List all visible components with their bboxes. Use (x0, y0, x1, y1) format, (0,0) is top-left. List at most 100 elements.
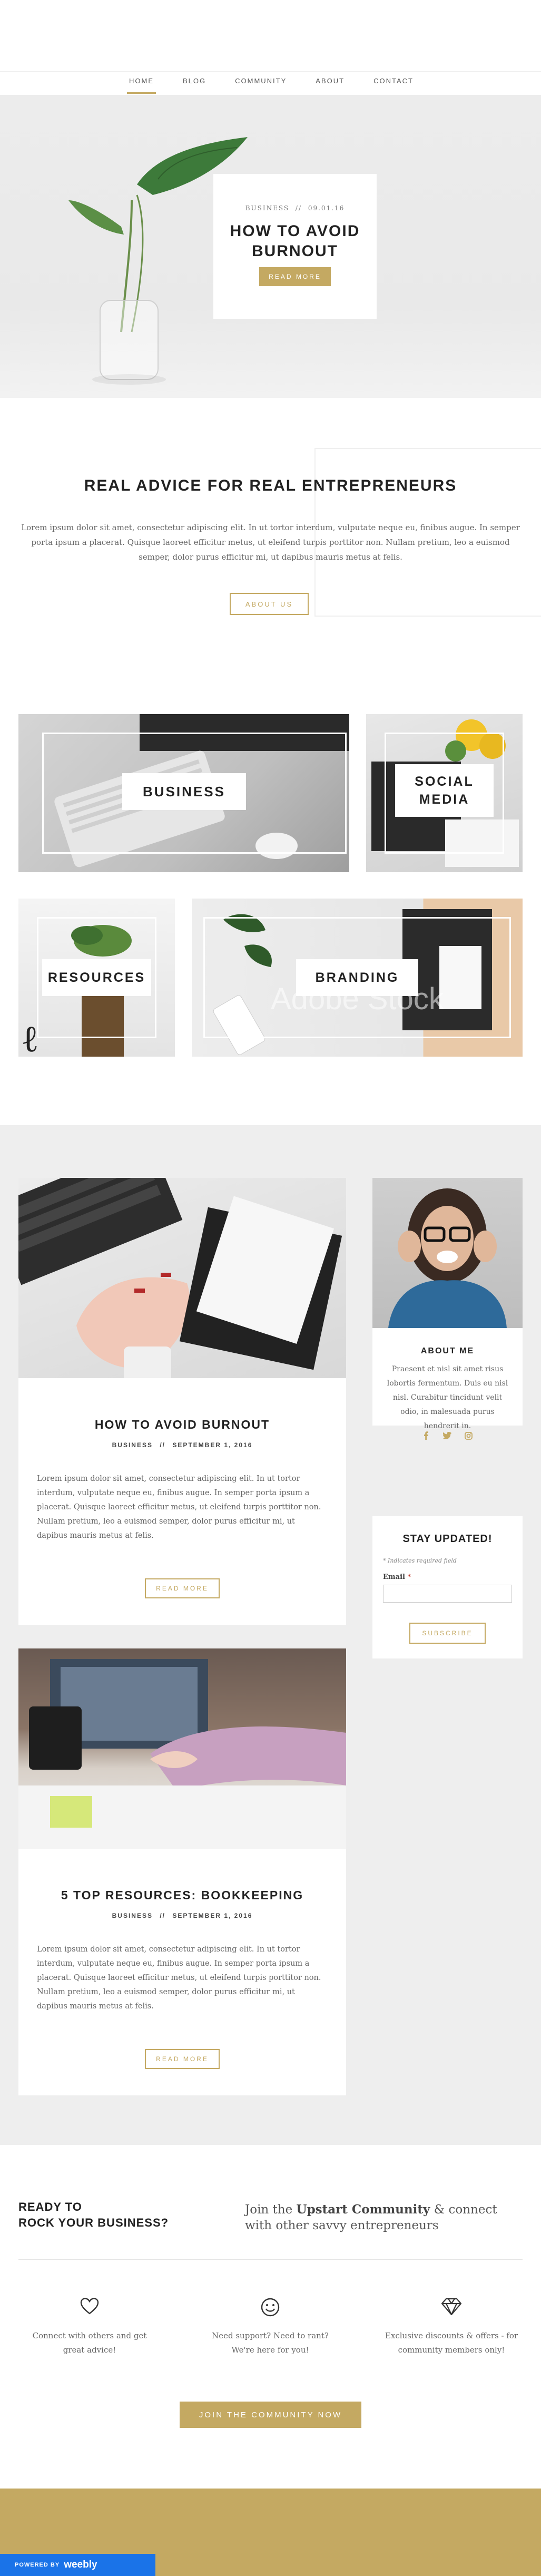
heart-icon (80, 2298, 99, 2315)
post-title[interactable]: HOW TO AVOID BURNOUT (18, 1418, 346, 1432)
feature-text: Exclusive discounts & offers - for commu… (375, 2329, 528, 2357)
post-meta: BUSINESS // SEPTEMBER 1, 2016 (18, 1441, 346, 1449)
join-prefix: Join the (245, 2203, 297, 2217)
resources-label: RESOURCES (47, 970, 146, 985)
hero-meta-sep: // (295, 204, 302, 212)
svg-text:ℓ: ℓ (21, 1017, 39, 1057)
about-me-text: Praesent et nisl sit amet risus lobortis… (387, 1365, 508, 1430)
feature-text: Connect with others and get great advice… (18, 2329, 161, 2357)
smile-icon (261, 2298, 280, 2317)
post-read-more-button[interactable]: READ MORE (145, 1578, 220, 1598)
branding-label-box: BRANDING (296, 959, 418, 996)
post-meta-category[interactable]: BUSINESS (112, 1441, 153, 1449)
newsletter-title: STAY UPDATED! (402, 1533, 493, 1545)
hero-read-more-button[interactable]: READ MORE (259, 267, 331, 286)
nav-item-about[interactable]: ABOUT (316, 77, 345, 95)
category-tile-branding[interactable]: Adobe Stock BRANDING (192, 899, 523, 1057)
community-divider (18, 2259, 523, 2260)
ready-line1: READY TO (18, 2200, 82, 2213)
resources-label-box: RESOURCES (42, 959, 151, 996)
intro-section: REAL ADVICE FOR REAL ENTREPRENEURS Lorem… (0, 398, 541, 672)
join-line1: Join the Upstart Community & connect (245, 2202, 497, 2218)
post-title[interactable]: 5 TOP RESOURCES: BOOKKEEPING (18, 1888, 346, 1902)
post-meta-sep: // (160, 1441, 165, 1449)
hero-meta-category: BUSINESS (245, 204, 290, 212)
portrait-illustration (388, 1188, 507, 1328)
blog-post-card: HOW TO AVOID BURNOUT BUSINESS // SEPTEMB… (18, 1178, 346, 1625)
post-meta-category[interactable]: BUSINESS (112, 1912, 153, 1919)
post-excerpt: Lorem ipsum dolor sit amet, consectetur … (37, 1945, 321, 2011)
feature-line1: Exclusive discounts & offers - for (385, 2331, 518, 2340)
diamond-icon (441, 2298, 462, 2316)
nav-item-blog[interactable]: BLOG (183, 77, 206, 95)
twitter-icon[interactable] (443, 1432, 451, 1439)
ready-line2: ROCK YOUR BUSINESS? (18, 2216, 169, 2229)
community-feature: Need support? Need to rant? We're here f… (199, 2298, 341, 2361)
categories-section: BUSINESS SOCIAL MEDIA ℓ RESOURCES Adobe … (0, 672, 541, 1125)
post-excerpt: Lorem ipsum dolor sit amet, consectetur … (37, 1475, 321, 1540)
join-line2: with other savvy entrepreneurs (245, 2219, 439, 2232)
feature-line1: Connect with others and get (32, 2331, 147, 2340)
hero-section: BUSINESS // 09.01.16 HOW TO AVOID BURNOU… (0, 95, 541, 398)
join-community-button[interactable]: JOIN THE COMMUNITY NOW (180, 2402, 361, 2428)
business-label-box: BUSINESS (122, 773, 246, 810)
join-suffix: & connect (430, 2203, 497, 2217)
feature-line2: We're here for you! (231, 2345, 309, 2355)
post-read-more-button[interactable]: READ MORE (145, 2049, 220, 2069)
nav-item-contact[interactable]: CONTACT (373, 77, 414, 95)
post-meta-date: SEPTEMBER 1, 2016 (172, 1441, 253, 1449)
business-label: BUSINESS (143, 783, 225, 799)
hero-card: BUSINESS // 09.01.16 HOW TO AVOID BURNOU… (213, 174, 377, 319)
feature-line2: great advice! (63, 2345, 116, 2355)
community-feature: Exclusive discounts & offers - for commu… (375, 2298, 528, 2361)
post-image-bookkeeping[interactable] (18, 1648, 346, 1849)
community-feature: Connect with others and get great advice… (18, 2298, 161, 2361)
newsletter-widget: STAY UPDATED! * Indicates required field… (372, 1516, 523, 1658)
nav-active-underline (127, 92, 156, 94)
category-tile-social-media[interactable]: SOCIAL MEDIA (366, 714, 523, 872)
site-header: HOME BLOG COMMUNITY ABOUT CONTACT (0, 0, 541, 95)
community-section: READY TO ROCK YOUR BUSINESS? Join the Up… (0, 2145, 541, 2489)
powered-by-label: POWERED BY (15, 2562, 60, 2568)
post-image-burnout[interactable] (18, 1178, 346, 1378)
about-us-button[interactable]: ABOUT US (230, 593, 309, 615)
blog-post-card: 5 TOP RESOURCES: BOOKKEEPING BUSINESS //… (18, 1648, 346, 2095)
nav-item-home[interactable]: HOME (127, 77, 156, 95)
about-me-photo (372, 1178, 523, 1328)
email-required-mark: * (407, 1573, 411, 1581)
hero-title-line2: BURNOUT (252, 242, 338, 260)
social-media-label-box: SOCIAL MEDIA (395, 764, 494, 817)
post-meta-sep: // (160, 1912, 165, 1919)
social-media-label-line2: MEDIA (419, 792, 470, 807)
join-text: Join the Upstart Community & connect wit… (245, 2202, 497, 2233)
about-me-widget: ABOUT ME Praesent et nisl sit amet risus… (372, 1178, 523, 1440)
powered-by-weebly-badge[interactable]: POWERED BY weebly (0, 2554, 155, 2576)
social-media-label-line1: SOCIAL (415, 774, 474, 789)
intro-title: REAL ADVICE FOR REAL ENTREPRENEURS (84, 477, 457, 494)
blog-section: HOW TO AVOID BURNOUT BUSINESS // SEPTEMB… (0, 1125, 541, 2145)
email-field[interactable] (383, 1585, 512, 1603)
feature-text: Need support? Need to rant? We're here f… (199, 2329, 341, 2357)
branding-label: BRANDING (315, 970, 399, 985)
bookkeeping-laptop-illustration (18, 1659, 346, 1849)
post-meta-date: SEPTEMBER 1, 2016 (172, 1912, 253, 1919)
hero-meta-date: 09.01.16 (308, 204, 345, 212)
instagram-icon[interactable] (465, 1431, 473, 1440)
ready-heading: READY TO ROCK YOUR BUSINESS? (18, 2199, 169, 2231)
footer: POWERED BY weebly (0, 2489, 541, 2576)
category-tile-resources[interactable]: ℓ RESOURCES (18, 899, 175, 1057)
about-me-title: ABOUT ME (420, 1346, 475, 1355)
category-tile-business[interactable]: BUSINESS (18, 714, 349, 872)
weebly-logo: weebly (64, 2559, 97, 2570)
hero-meta: BUSINESS // 09.01.16 (213, 204, 377, 212)
newsletter-required-note: * Indicates required field (383, 1557, 457, 1564)
subscribe-button[interactable]: SUBSCRIBE (409, 1623, 486, 1644)
email-label: Email * (383, 1573, 411, 1581)
intro-text: Lorem ipsum dolor sit amet, consectetur … (21, 523, 520, 562)
social-icons (422, 1429, 473, 1442)
hero-title: HOW TO AVOID BURNOUT (213, 221, 377, 261)
nav-item-community[interactable]: COMMUNITY (235, 77, 287, 95)
facebook-icon[interactable] (422, 1431, 430, 1440)
burnout-desk-illustration (18, 1178, 342, 1378)
main-nav: HOME BLOG COMMUNITY ABOUT CONTACT (127, 77, 414, 95)
